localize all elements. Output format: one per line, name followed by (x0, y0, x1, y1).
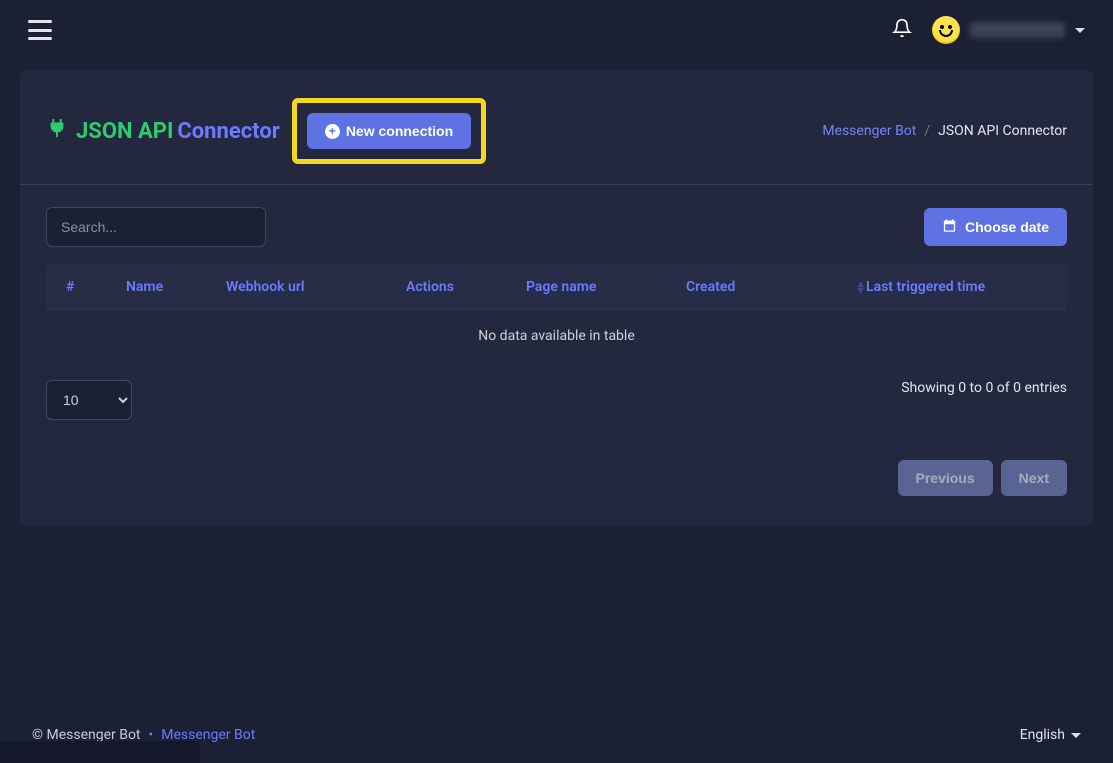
page-size-select[interactable]: 10 (46, 380, 132, 420)
page-title: JSON API Connector (46, 117, 280, 145)
breadcrumb-parent[interactable]: Messenger Bot (822, 123, 916, 139)
search-input[interactable] (46, 207, 266, 247)
panel-body: Choose date # Name Webhook url Actions P… (20, 185, 1093, 526)
title-part2: Connector (177, 119, 279, 144)
chevron-down-icon (1075, 28, 1085, 33)
breadcrumb-current: JSON API Connector (938, 123, 1067, 139)
table-header-row: # Name Webhook url Actions Page name Cre… (46, 265, 1067, 309)
main-panel: JSON API Connector + New connection Mess… (20, 70, 1093, 526)
col-last-triggered[interactable]: Last triggered time▲▼ (866, 279, 1067, 295)
highlight-box: + New connection (292, 98, 486, 164)
col-index[interactable]: # (66, 279, 126, 295)
col-page-name[interactable]: Page name (526, 279, 686, 295)
title-part1: JSON API (76, 119, 173, 144)
entries-info: Showing 0 to 0 of 0 entries (901, 380, 1067, 396)
toolbar: Choose date (46, 207, 1067, 247)
new-connection-label: New connection (346, 123, 453, 139)
choose-date-label: Choose date (965, 219, 1049, 235)
topbar-right (892, 16, 1085, 44)
data-table: # Name Webhook url Actions Page name Cre… (46, 265, 1067, 362)
language-label: English (1020, 727, 1065, 743)
next-button[interactable]: Next (1001, 460, 1067, 496)
col-name[interactable]: Name (126, 279, 226, 295)
breadcrumb-separator: / (924, 123, 930, 139)
status-bar-overlay (0, 741, 200, 763)
table-footer: 10 Showing 0 to 0 of 0 entries (46, 380, 1067, 420)
breadcrumb: Messenger Bot / JSON API Connector (822, 123, 1067, 139)
menu-toggle-icon[interactable] (28, 20, 52, 40)
chevron-down-icon (1071, 733, 1081, 738)
panel-header: JSON API Connector + New connection Mess… (20, 70, 1093, 185)
pagination: Previous Next (46, 460, 1067, 496)
new-connection-button[interactable]: + New connection (307, 113, 471, 149)
sort-icon: ▲▼ (855, 280, 866, 294)
table-empty-message: No data available in table (46, 309, 1067, 362)
user-menu[interactable] (932, 16, 1085, 44)
choose-date-button[interactable]: Choose date (924, 208, 1067, 246)
plus-circle-icon: + (325, 124, 340, 139)
col-created[interactable]: Created▲▼ (686, 279, 866, 295)
plug-icon (46, 117, 68, 145)
language-selector[interactable]: English (1020, 727, 1081, 743)
avatar (932, 16, 960, 44)
calendar-icon (942, 218, 957, 236)
col-actions[interactable]: Actions (406, 279, 526, 295)
col-webhook[interactable]: Webhook url (226, 279, 406, 295)
previous-button[interactable]: Previous (898, 460, 993, 496)
top-bar (0, 0, 1113, 60)
username-text (970, 22, 1065, 38)
notifications-bell-icon[interactable] (892, 18, 912, 43)
